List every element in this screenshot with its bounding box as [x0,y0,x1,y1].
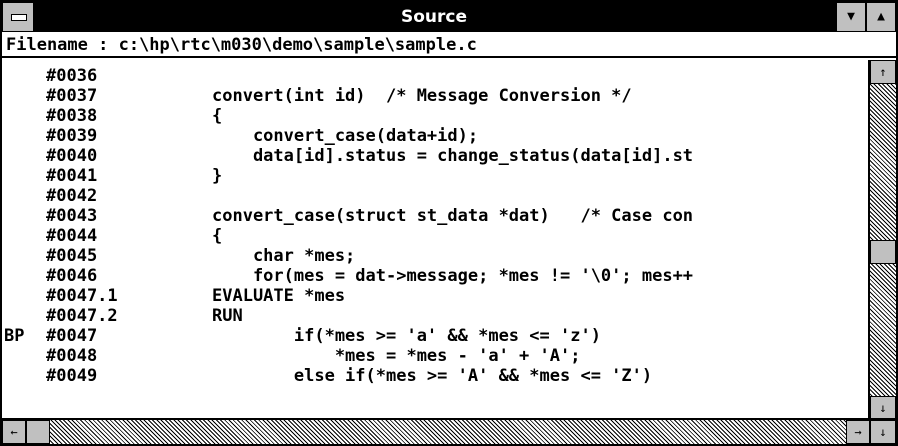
source-text: *mes = *mes - 'a' + 'A'; [212,346,581,366]
title-bar[interactable]: Source ▼ ▲ [2,2,896,32]
source-text: convert(int id) /* Message Conversion */ [212,86,632,106]
source-code-area[interactable]: #0036 #0037 convert(int id) /* Message Con… [2,60,868,420]
line-number: #0047 [46,326,98,346]
scroll-right-icon[interactable]: → [846,420,870,444]
source-text: } [212,166,223,186]
source-text: convert_case(struct st_data *dat) /* Cas… [212,206,694,226]
line-number: #0039 [46,126,98,146]
source-text: RUN [212,306,243,326]
scroll-down-icon[interactable]: ↓ [870,396,896,420]
line-number: #0041 [46,166,98,186]
line-number: #0048 [46,346,98,366]
source-text: for(mes = dat->message; *mes != '\0'; me… [212,266,694,286]
maximize-button[interactable]: ▲ [866,2,896,32]
scroll-down-icon[interactable]: ↓ [870,420,896,444]
source-window: Source ▼ ▲ Filename : c:\hp\rtc\m030\dem… [0,0,898,446]
source-text: convert_case(data+id); [212,126,479,146]
scroll-up-icon[interactable]: ↑ [870,60,896,84]
line-number: #0047.2 [46,306,118,326]
line-number: #0042 [46,186,98,206]
horizontal-scrollbar[interactable]: ← → ↓ [2,418,896,444]
source-text: if(*mes >= 'a' && *mes <= 'z') [212,326,601,346]
line-number: #0047.1 [46,286,118,306]
line-number: #0046 [46,266,98,286]
line-number: #0043 [46,206,98,226]
line-number: #0045 [46,246,98,266]
scroll-left-icon[interactable]: ← [2,420,26,444]
source-text: char *mes; [212,246,356,266]
source-text: { [212,226,223,246]
filename-label: Filename : c:\hp\rtc\m030\demo\sample\sa… [2,32,896,58]
line-number: #0036 [46,66,98,86]
line-number: #0040 [46,146,98,166]
vertical-scroll-thumb[interactable] [870,240,896,264]
system-menu-icon[interactable] [2,2,34,32]
line-number: #0044 [46,226,98,246]
window-title: Source [400,7,468,27]
breakpoint-marker: BP [4,326,25,346]
source-text: { [212,106,223,126]
vertical-scrollbar[interactable]: ↑ ↓ [868,60,896,420]
line-number: #0037 [46,86,98,106]
line-number: #0038 [46,106,98,126]
horizontal-scroll-thumb[interactable] [26,420,50,444]
source-text: EVALUATE *mes [212,286,346,306]
minimize-button[interactable]: ▼ [836,2,866,32]
source-text: data[id].status = change_status(data[id]… [212,146,694,166]
line-number: #0049 [46,366,98,386]
source-text: else if(*mes >= 'A' && *mes <= 'Z') [212,366,653,386]
